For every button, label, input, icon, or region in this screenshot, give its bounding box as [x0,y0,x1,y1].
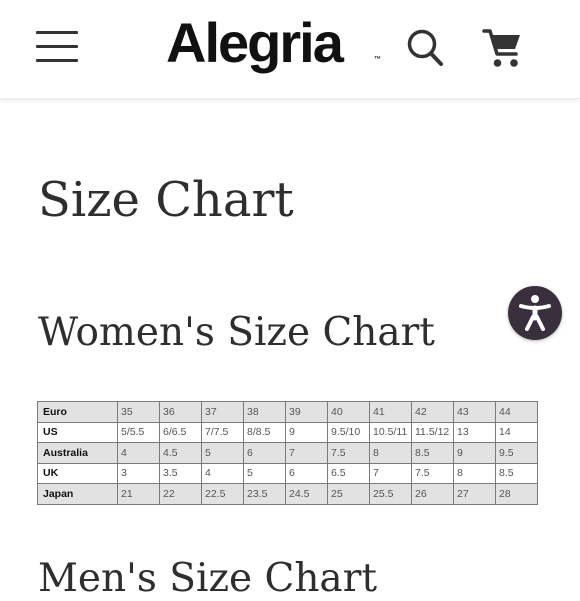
table-cell: 9.5 [495,442,538,464]
menu-button[interactable] [36,30,80,64]
table-row: Japan 21 22 22.5 23.5 24.5 25 25.5 26 27… [37,483,538,505]
cart-button[interactable] [482,26,524,70]
table-cell: 25 [327,483,370,505]
trademark-mark: ™ [374,56,381,63]
table-cell: 6/6.5 [159,421,202,443]
hamburger-menu-icon [36,31,78,34]
table-cell: 13 [453,421,496,443]
table-cell: 22 [159,483,202,505]
table-cell: 28 [495,483,538,505]
table-cell: 27 [453,483,496,505]
womens-size-table: Euro 35 36 37 38 39 40 41 42 43 44 US 5/… [37,401,538,505]
table-cell: 9 [285,421,328,443]
table-cell: 37 [201,401,244,423]
table-cell: 6 [243,442,286,464]
table-cell: 14 [495,421,538,443]
table-cell: 8/8.5 [243,421,286,443]
table-cell: 8.5 [411,442,454,464]
row-label: Australia [37,442,118,464]
table-cell: 7.5 [327,442,370,464]
table-cell: 9 [453,442,496,464]
table-cell: 7/7.5 [201,421,244,443]
table-cell: 35 [117,401,160,423]
table-cell: 6 [285,462,328,484]
womens-size-chart-heading: Women's Size Chart [38,310,435,355]
table-cell: 24.5 [285,483,328,505]
table-cell: 7 [285,442,328,464]
accessibility-person-icon [519,295,551,331]
table-cell: 5/5.5 [117,421,160,443]
table-cell: 5 [243,462,286,484]
table-cell: 41 [369,401,412,423]
table-cell: 43 [453,401,496,423]
table-cell: 40 [327,401,370,423]
row-label: UK [37,462,118,484]
table-cell: 8 [369,442,412,464]
mens-size-chart-heading: Men's Size Chart [38,556,378,601]
table-cell: 11.5/12 [411,421,454,443]
table-cell: 38 [243,401,286,423]
table-cell: 6.5 [327,462,370,484]
site-header: Alegria ™ [0,0,580,99]
table-cell: 42 [411,401,454,423]
table-cell: 8 [453,462,496,484]
table-cell: 3.5 [159,462,202,484]
row-label: Japan [37,483,118,505]
table-cell: 36 [159,401,202,423]
table-cell: 8.5 [495,462,538,484]
page-title: Size Chart [38,172,294,228]
table-cell: 4 [201,462,244,484]
table-cell: 21 [117,483,160,505]
table-cell: 9.5/10 [327,421,370,443]
table-cell: 7 [369,462,412,484]
table-cell: 5 [201,442,244,464]
brand-logo[interactable]: Alegria [166,8,386,78]
shopping-cart-icon [482,29,520,67]
table-cell: 3 [117,462,160,484]
hamburger-menu-icon-bar [36,45,78,48]
table-cell: 44 [495,401,538,423]
table-row: Australia 4 4.5 5 6 7 7.5 8 8.5 9 9.5 [37,442,538,464]
row-label: Euro [37,401,118,423]
table-row: Euro 35 36 37 38 39 40 41 42 43 44 [37,401,538,423]
table-cell: 23.5 [243,483,286,505]
table-cell: 39 [285,401,328,423]
table-row: UK 3 3.5 4 5 6 6.5 7 7.5 8 8.5 [37,462,538,484]
row-label: US [37,421,118,443]
table-cell: 7.5 [411,462,454,484]
table-cell: 10.5/11 [369,421,412,443]
table-cell: 4.5 [159,442,202,464]
accessibility-button[interactable] [508,286,562,340]
table-row: US 5/5.5 6/6.5 7/7.5 8/8.5 9 9.5/10 10.5… [37,421,538,443]
search-button[interactable] [404,26,444,68]
hamburger-menu-icon-bar [36,59,78,62]
table-cell: 25.5 [369,483,412,505]
table-cell: 4 [117,442,160,464]
table-cell: 22.5 [201,483,244,505]
search-icon [407,29,443,66]
table-cell: 26 [411,483,454,505]
